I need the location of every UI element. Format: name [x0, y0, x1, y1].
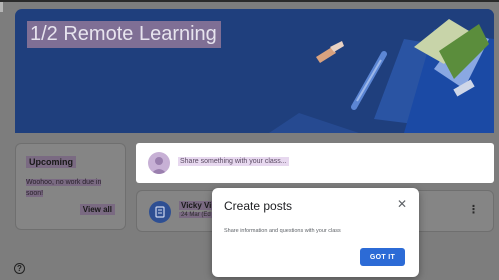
backpack-illustration — [264, 9, 494, 133]
share-input-placeholder[interactable]: Share something with your class... — [178, 157, 289, 166]
upcoming-title: Upcoming — [26, 156, 76, 168]
window-corner-mark — [0, 2, 3, 12]
dialog-title: Create posts — [224, 199, 293, 213]
dialog-body: Share information and questions with you… — [224, 228, 341, 234]
user-avatar-icon — [148, 152, 170, 174]
upcoming-card: Upcoming Woohoo, no work due in soon! Vi… — [15, 143, 126, 230]
upcoming-message: Woohoo, no work due in soon! — [26, 177, 118, 199]
more-vert-icon[interactable]: ⋮ — [468, 205, 479, 216]
got-it-button[interactable]: GOT IT — [360, 248, 405, 266]
create-posts-dialog: Create posts ✕ Share information and que… — [212, 188, 419, 277]
view-all-link[interactable]: View all — [79, 204, 115, 215]
upcoming-message-text: Woohoo, no work due in soon! — [26, 179, 102, 197]
help-icon[interactable]: ? — [14, 263, 25, 274]
close-icon[interactable]: ✕ — [397, 198, 407, 210]
class-banner: 1/2 Remote Learning — [15, 9, 494, 133]
share-box[interactable]: Share something with your class... — [136, 143, 494, 183]
window-top-border — [0, 0, 499, 2]
assignment-icon — [149, 201, 171, 223]
post-date: 24 Mar (Ed — [179, 212, 213, 218]
class-title[interactable]: 1/2 Remote Learning — [27, 21, 221, 48]
